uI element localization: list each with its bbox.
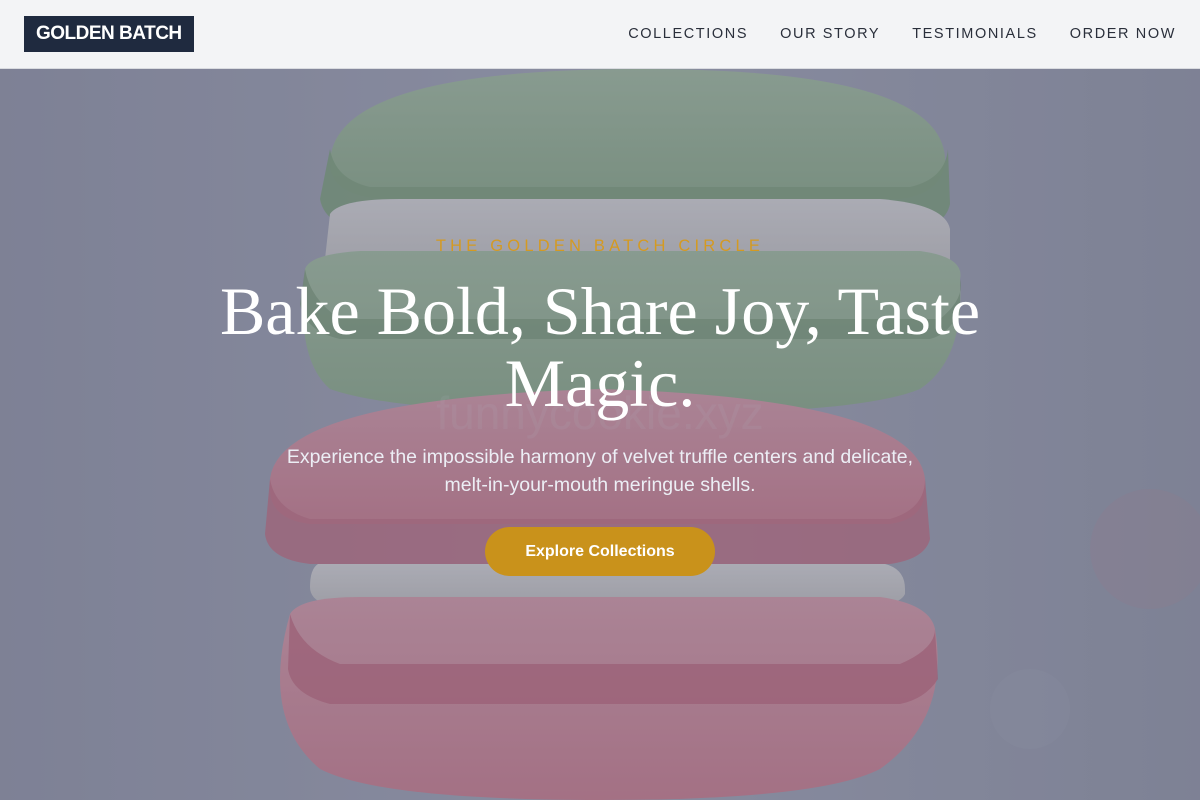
main-nav: COLLECTIONS OUR STORY TESTIMONIALS ORDER…: [596, 26, 1176, 42]
site-header: GOLDEN BATCH COLLECTIONS OUR STORY TESTI…: [0, 0, 1200, 69]
hero-section: funnycookie.xyz THE GOLDEN BATCH CIRCLE …: [0, 69, 1200, 800]
hero-subtext: Experience the impossible harmony of vel…: [286, 446, 914, 496]
nav-link-our-story[interactable]: OUR STORY: [780, 26, 880, 42]
nav-link-collections[interactable]: COLLECTIONS: [628, 26, 748, 42]
explore-collections-button[interactable]: Explore Collections: [485, 527, 715, 576]
nav-link-testimonials[interactable]: TESTIMONIALS: [912, 26, 1038, 42]
nav-link-order-now[interactable]: ORDER NOW: [1070, 26, 1176, 42]
brand-logo[interactable]: GOLDEN BATCH: [24, 16, 194, 52]
hero-headline: Bake Bold, Share Joy, Taste Magic.: [219, 273, 981, 421]
hero-eyebrow: THE GOLDEN BATCH CIRCLE: [435, 237, 765, 255]
hero-content: THE GOLDEN BATCH CIRCLE Bake Bold, Share…: [0, 69, 1200, 800]
